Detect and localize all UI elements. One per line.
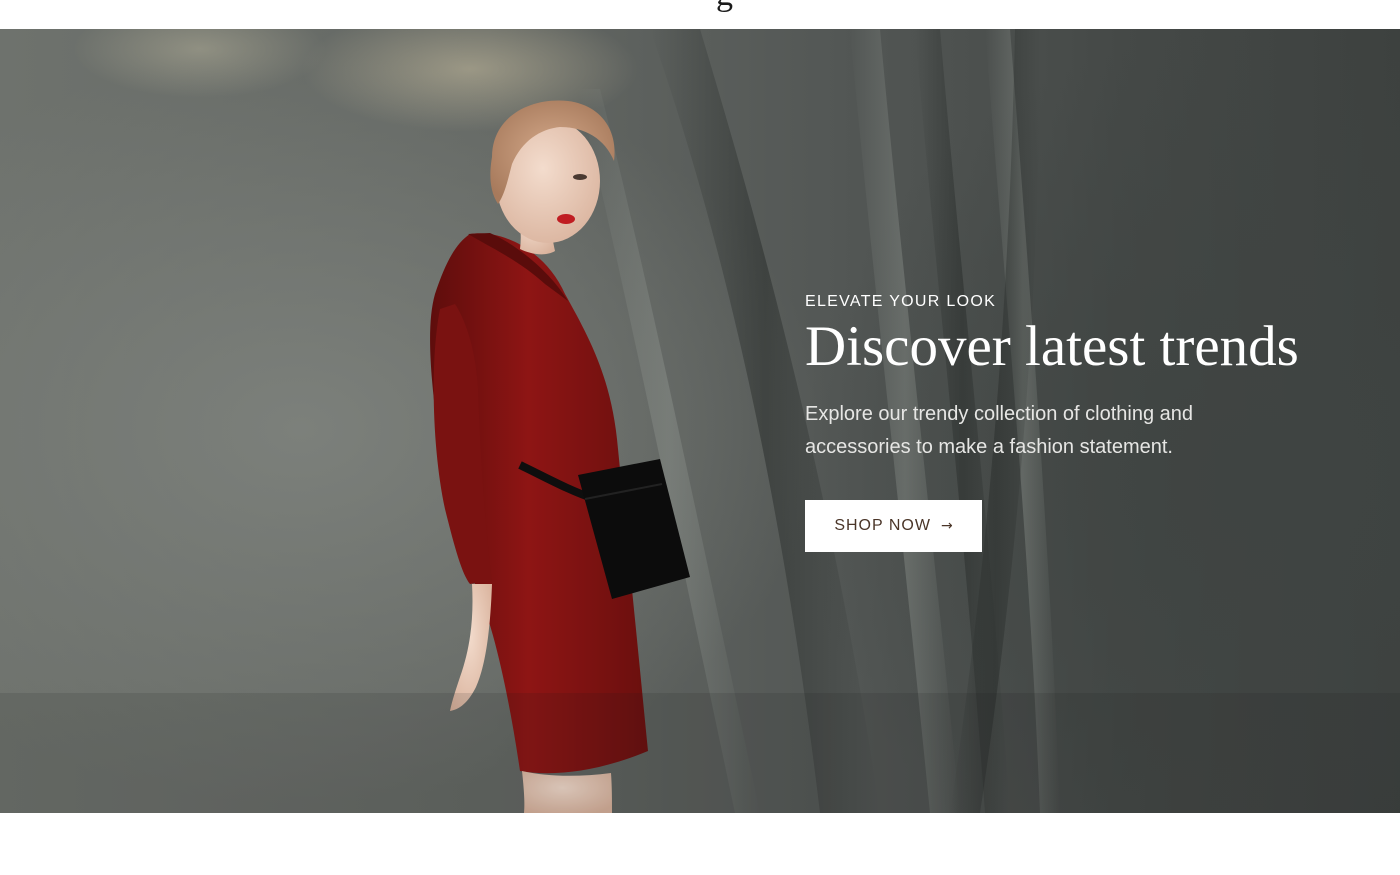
hero-description: Explore our trendy collection of clothin… [805,403,1194,458]
page-header-strip: g [0,0,1400,29]
arrow-right-icon: → [940,518,953,534]
hero-banner: ELEVATE YOUR LOOK Discover latest trends… [0,29,1400,813]
page: g [0,0,1400,875]
shop-now-label: SHOP NOW [834,517,931,534]
hero-headline: Discover latest trends [805,315,1299,378]
site-title-partial: g [716,0,733,14]
hero-eyebrow: ELEVATE YOUR LOOK [805,293,997,310]
shop-now-button[interactable]: SHOP NOW → [805,500,982,552]
hero-content: ELEVATE YOUR LOOK Discover latest trends… [805,292,1325,552]
